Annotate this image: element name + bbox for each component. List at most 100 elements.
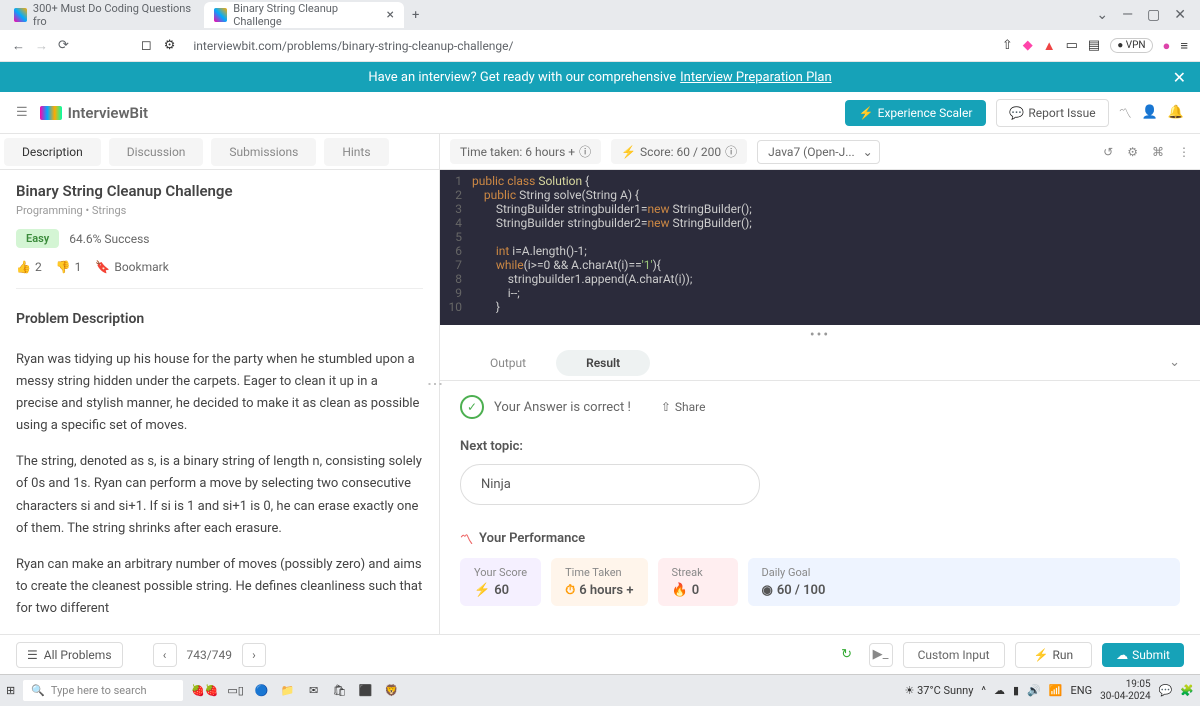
- problem-body[interactable]: Binary String Cleanup Challenge Programm…: [0, 170, 439, 634]
- url-text[interactable]: interviewbit.com/problems/binary-string-…: [193, 39, 513, 53]
- next-topic-label: Next topic:: [460, 439, 1180, 454]
- next-button[interactable]: ›: [242, 643, 266, 667]
- tune-icon[interactable]: ⚙: [164, 38, 176, 53]
- score-card: Your Score ⚡60: [460, 558, 541, 606]
- time-card: Time Taken ⏱6 hours +: [551, 558, 647, 606]
- favicon: [14, 8, 27, 22]
- shield-icon[interactable]: ◆: [1023, 38, 1033, 53]
- tab-result[interactable]: Result: [556, 350, 650, 376]
- dislike-button[interactable]: 👎 1: [56, 260, 82, 274]
- run-button[interactable]: ⚡ Run: [1015, 642, 1093, 668]
- problem-tabs: Description Discussion Submissions Hints: [0, 134, 439, 170]
- reload-icon[interactable]: ⟳: [58, 38, 69, 53]
- hamburger-icon[interactable]: ☰: [16, 105, 28, 120]
- chevron-down-icon[interactable]: ⌄: [1169, 355, 1180, 370]
- store-icon[interactable]: 🛍: [331, 682, 349, 700]
- info-icon[interactable]: ⓘ: [725, 143, 737, 160]
- tab-title: Binary String Cleanup Challenge: [233, 2, 380, 28]
- menu-icon[interactable]: ≡: [1180, 38, 1188, 54]
- chevron-down-icon[interactable]: ⌄: [1096, 7, 1108, 23]
- report-issue-button[interactable]: 💬 Report Issue: [996, 99, 1108, 127]
- clock[interactable]: 19:05 30-04-2024: [1100, 679, 1151, 703]
- brave-icon[interactable]: 🦁: [383, 682, 401, 700]
- all-problems-button[interactable]: ☰ All Problems: [16, 642, 123, 668]
- code-editor[interactable]: 1public class Solution { 2 public String…: [440, 170, 1200, 325]
- onedrive-icon[interactable]: ☁: [994, 684, 1005, 697]
- tab-discussion[interactable]: Discussion: [109, 138, 204, 166]
- time-pill: Time taken: 6 hours + ⓘ: [450, 139, 601, 164]
- explorer-icon[interactable]: 📁: [279, 682, 297, 700]
- close-tab-icon[interactable]: ×: [387, 7, 394, 23]
- panel-icon[interactable]: ▭: [1066, 38, 1078, 53]
- tray-up-icon[interactable]: ^: [981, 684, 986, 697]
- experience-scaler-button[interactable]: ⚡ Experience Scaler: [845, 100, 987, 126]
- start-icon[interactable]: ⊞: [6, 684, 15, 697]
- problem-panel: Description Discussion Submissions Hints…: [0, 134, 440, 634]
- bookmark-icon[interactable]: ◻: [141, 38, 152, 53]
- user-icon[interactable]: 👤: [1142, 105, 1158, 120]
- next-topic-button[interactable]: Ninja: [460, 464, 760, 505]
- address-bar: ← → ⟳ ◻ ⚙ interviewbit.com/problems/bina…: [0, 30, 1200, 62]
- battery-icon[interactable]: ▮: [1013, 684, 1019, 697]
- custom-input-button[interactable]: Custom Input: [903, 642, 1005, 668]
- notifications-icon[interactable]: 💬: [1159, 684, 1173, 697]
- footer-bar: ☰ All Problems ‹ 743/749 › ↻ ▶_ Custom I…: [0, 634, 1200, 674]
- tab-submissions[interactable]: Submissions: [211, 138, 316, 166]
- forward-icon[interactable]: →: [35, 38, 48, 54]
- submit-button[interactable]: ☁ Submit: [1102, 643, 1184, 667]
- new-tab-button[interactable]: +: [404, 8, 427, 23]
- keyboard-icon[interactable]: ⌘: [1152, 145, 1164, 159]
- panel-resize-handle[interactable]: •••: [440, 325, 1200, 345]
- language-select[interactable]: Java7 (Open-J... ⌄: [757, 140, 880, 164]
- volume-icon[interactable]: 🔊: [1027, 684, 1041, 697]
- terminal-icon[interactable]: ▶_: [869, 643, 893, 667]
- more-icon[interactable]: ⋮: [1178, 145, 1190, 159]
- promo-close-icon[interactable]: ✕: [1173, 68, 1186, 87]
- weather-widget[interactable]: ☀ 37°C Sunny: [905, 684, 974, 697]
- strawberry-icon[interactable]: 🍓🍓: [191, 684, 218, 697]
- minimize-icon[interactable]: —: [1122, 7, 1133, 23]
- taskview-icon[interactable]: ▭▯: [227, 682, 245, 700]
- tab-hints[interactable]: Hints: [324, 138, 388, 166]
- app-header: ☰ InterviewBit ⚡ Experience Scaler 💬 Rep…: [0, 92, 1200, 134]
- sync-icon[interactable]: ↻: [835, 643, 859, 667]
- tab-output[interactable]: Output: [460, 350, 556, 376]
- share-button[interactable]: ⇧ Share: [661, 400, 706, 414]
- promo-text: Have an interview? Get ready with our co…: [368, 70, 676, 85]
- maximize-icon[interactable]: ▢: [1147, 7, 1160, 23]
- streak-card: Streak 🔥0: [658, 558, 738, 606]
- search-box[interactable]: 🔍 Type here to search: [23, 680, 183, 701]
- browser-tab-active[interactable]: Binary String Cleanup Challenge ×: [204, 2, 404, 28]
- bell-icon[interactable]: 🔔: [1168, 105, 1184, 120]
- info-icon[interactable]: ⓘ: [579, 143, 591, 160]
- vpn-badge[interactable]: ● VPN: [1110, 38, 1152, 53]
- profile-icon[interactable]: ●: [1163, 38, 1171, 54]
- page-count: 743/749: [187, 648, 232, 662]
- promo-link[interactable]: Interview Preparation Plan: [680, 70, 832, 85]
- logo[interactable]: InterviewBit: [40, 104, 148, 122]
- mail-icon[interactable]: ✉: [305, 682, 323, 700]
- app-icon[interactable]: 🧩: [1180, 684, 1194, 697]
- tab-description[interactable]: Description: [4, 138, 101, 166]
- reset-icon[interactable]: ↺: [1103, 145, 1113, 159]
- prev-button[interactable]: ‹: [153, 643, 177, 667]
- success-rate: 64.6% Success: [69, 232, 149, 246]
- back-icon[interactable]: ←: [12, 38, 25, 54]
- bookmark-button[interactable]: 🔖 Bookmark: [95, 260, 168, 274]
- close-icon[interactable]: ✕: [1174, 7, 1186, 23]
- edge-icon[interactable]: 🔵: [253, 682, 271, 700]
- settings-icon[interactable]: ⚙: [1127, 145, 1138, 159]
- resize-handle[interactable]: ⋮: [426, 376, 445, 392]
- wifi-icon[interactable]: 📶: [1049, 684, 1063, 697]
- favicon: [214, 8, 227, 22]
- language-indicator[interactable]: ENG: [1071, 684, 1093, 697]
- browser-tab[interactable]: 300+ Must Do Coding Questions fro: [4, 2, 204, 28]
- browser-tab-bar: 300+ Must Do Coding Questions fro Binary…: [0, 0, 1200, 30]
- share-icon[interactable]: ⇧: [1002, 38, 1013, 53]
- warning-icon[interactable]: ▲: [1043, 38, 1056, 54]
- activity-icon[interactable]: 〽: [1119, 103, 1132, 122]
- terminal-icon[interactable]: ⬛: [357, 682, 375, 700]
- problem-pager: ‹ 743/749 ›: [153, 643, 266, 667]
- wallet-icon[interactable]: ▤: [1088, 38, 1100, 53]
- like-button[interactable]: 👍 2: [16, 260, 42, 274]
